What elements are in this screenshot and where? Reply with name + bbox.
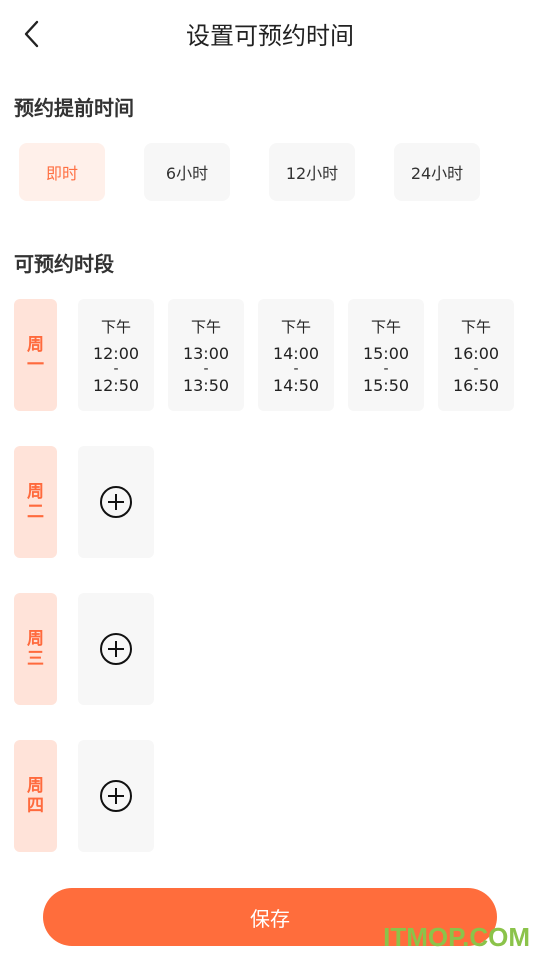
slot-end: 15:50 [362, 376, 410, 395]
slot-period: 下午 [280, 318, 311, 336]
slot-separator: - [203, 361, 209, 377]
time-slot[interactable]: 下午 12:00 - 12:50 [78, 299, 154, 411]
plus-circle-icon [100, 486, 132, 518]
slot-end: 12:50 [92, 376, 140, 395]
slot-separator: - [473, 361, 479, 377]
advance-option-24h[interactable]: 24小时 [394, 143, 480, 201]
day-label: 周一 [14, 299, 57, 411]
plus-circle-icon [100, 633, 132, 665]
slot-period: 下午 [190, 318, 221, 336]
add-slot-button[interactable] [78, 446, 154, 558]
watermark-text: ITMOP.COM [383, 922, 530, 952]
advance-option-6h[interactable]: 6小时 [144, 143, 230, 201]
add-slot-button[interactable] [78, 740, 154, 852]
time-slot[interactable]: 下午 15:00 - 15:50 [348, 299, 424, 411]
slot-period: 下午 [370, 318, 401, 336]
advance-option-12h[interactable]: 12小时 [269, 143, 355, 201]
slot-separator: - [113, 361, 119, 377]
slot-period: 下午 [100, 318, 131, 336]
time-slot[interactable]: 下午 13:00 - 13:50 [168, 299, 244, 411]
plus-circle-icon [100, 780, 132, 812]
period-section-title: 可预约时段 [14, 252, 114, 276]
advance-option-instant[interactable]: 即时 [19, 143, 105, 201]
slot-period: 下午 [460, 318, 491, 336]
page-title: 设置可预约时间 [186, 22, 354, 50]
day-label: 周四 [14, 740, 57, 852]
day-label: 周三 [14, 593, 57, 705]
advance-section-title: 预约提前时间 [14, 96, 134, 120]
slot-end: 13:50 [182, 376, 230, 395]
slot-separator: - [383, 361, 389, 377]
day-label: 周二 [14, 446, 57, 558]
time-slot[interactable]: 下午 14:00 - 14:50 [258, 299, 334, 411]
top-bar: 设置可预约时间 [0, 0, 540, 68]
add-slot-button[interactable] [78, 593, 154, 705]
slot-end: 16:50 [452, 376, 500, 395]
slot-separator: - [293, 361, 299, 377]
time-slot[interactable]: 下午 16:00 - 16:50 [438, 299, 514, 411]
slot-end: 14:50 [272, 376, 320, 395]
